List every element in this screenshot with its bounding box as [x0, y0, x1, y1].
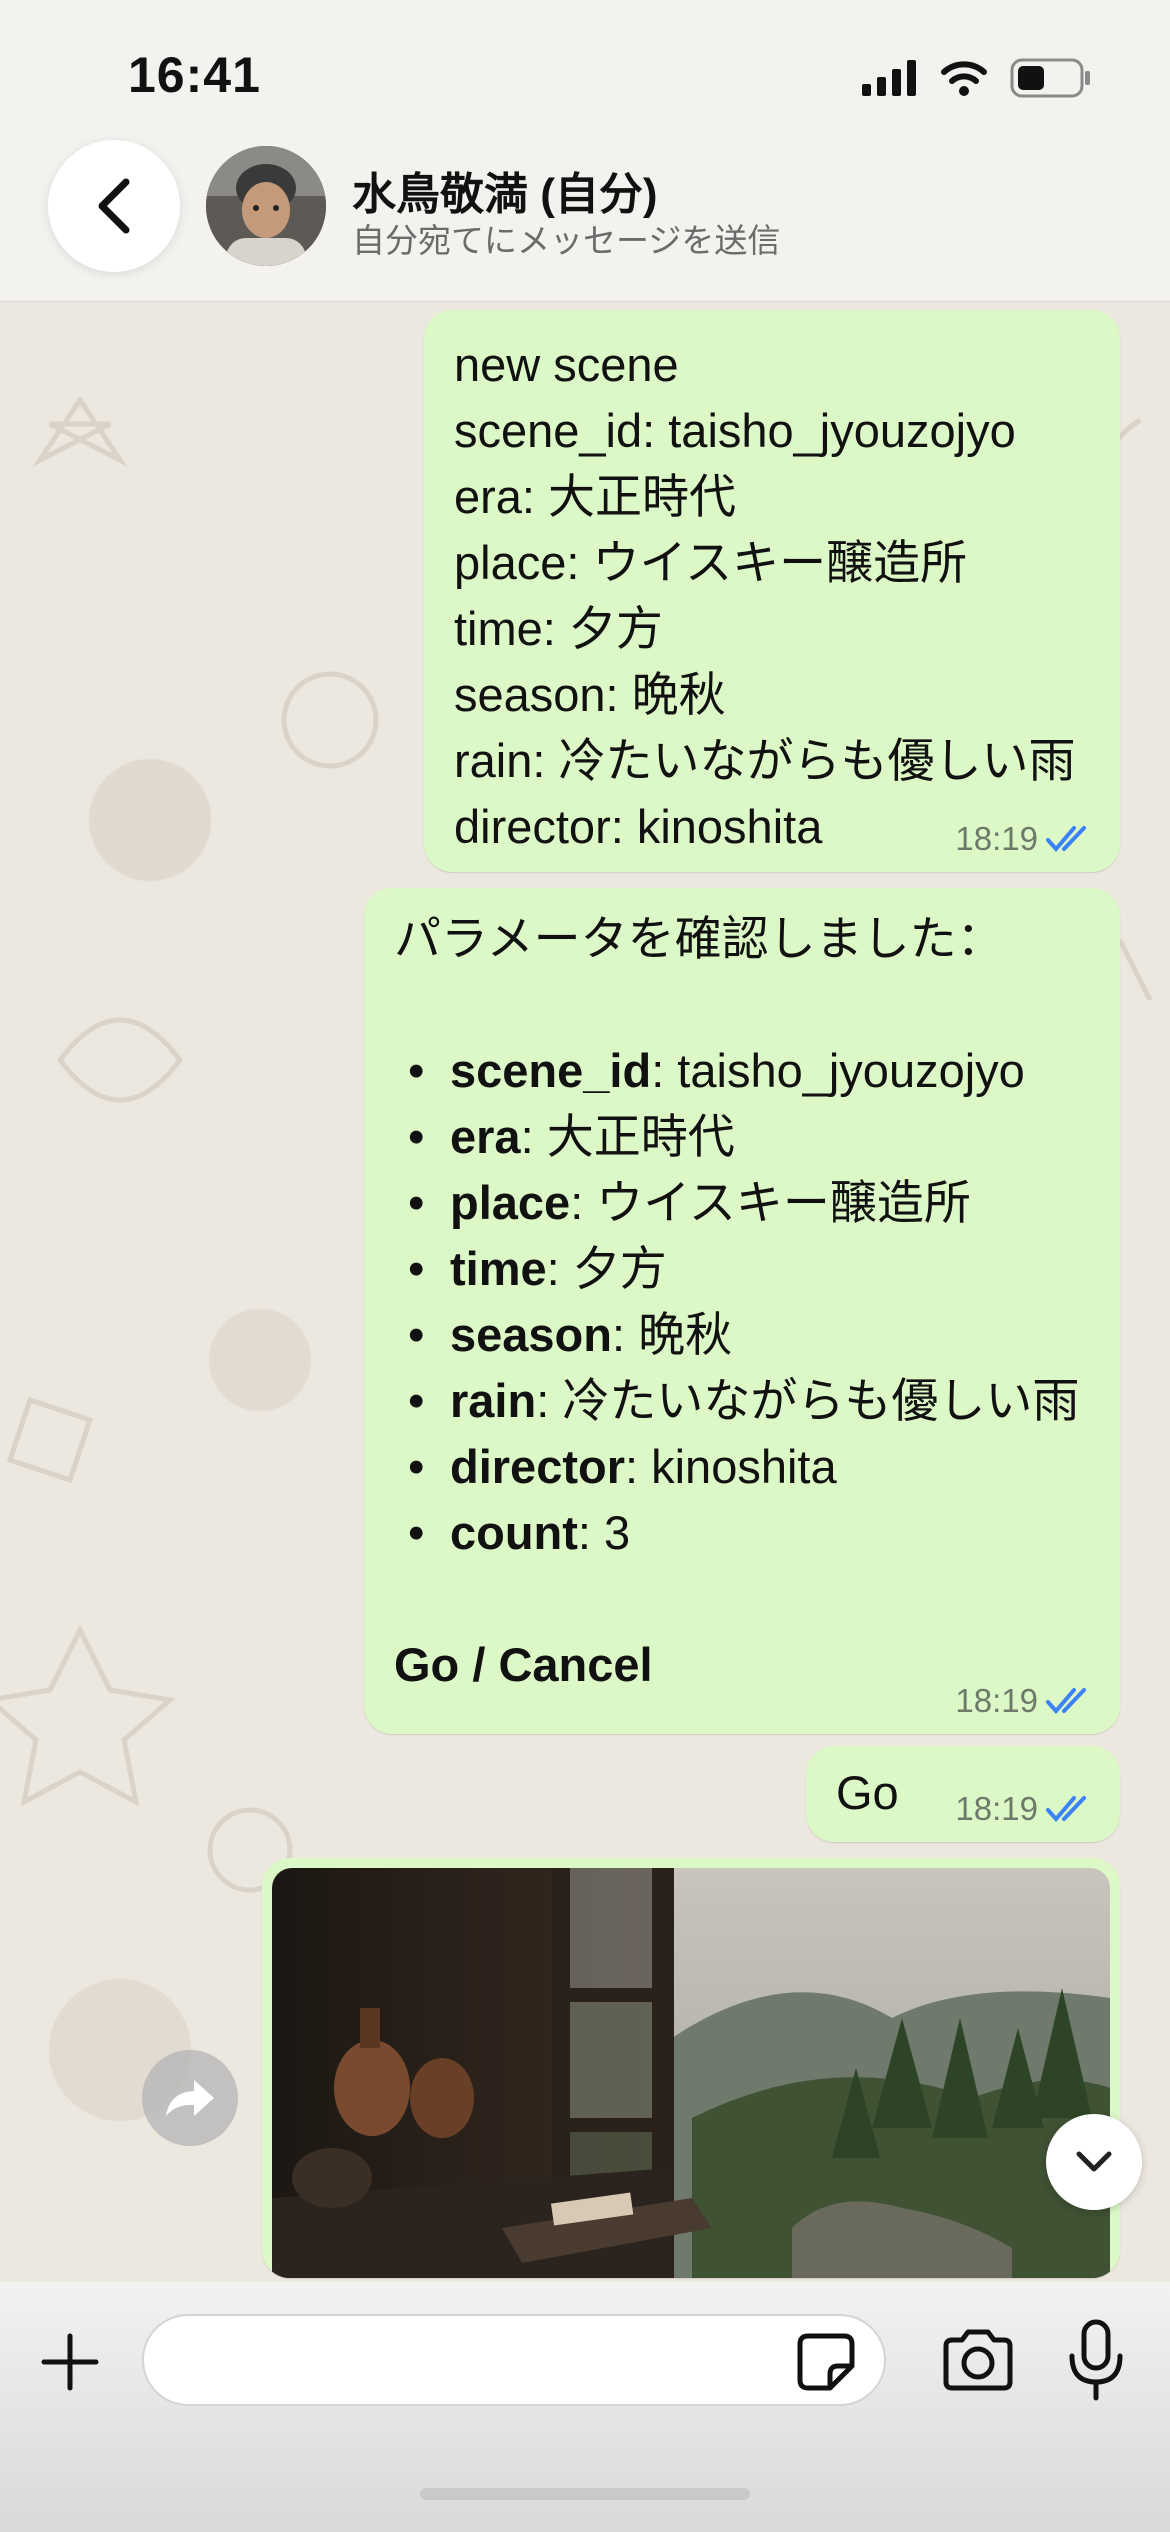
param-item: place: ウイスキー醸造所	[394, 1170, 1090, 1236]
param-list: scene_id: taisho_jyouzojyo era: 大正時代 pla…	[394, 1038, 1090, 1566]
message-bubble-scene[interactable]: new scene scene_id: taisho_jyouzojyo era…	[424, 310, 1120, 872]
sticker-icon[interactable]	[794, 2330, 858, 2394]
signal-icon	[862, 60, 916, 96]
wifi-icon	[941, 61, 987, 96]
message-time: 18:19	[955, 1682, 1038, 1719]
message-line: new scene	[454, 338, 679, 391]
message-line: season: 晩秋	[454, 668, 726, 721]
message-meta: 18:19	[955, 820, 1094, 858]
contact-subtitle: 自分宛てにメッセージを送信	[352, 222, 781, 259]
message-line: rain: 冷たいながらも優しい雨	[454, 734, 1076, 787]
param-item: season: 晩秋	[394, 1302, 1090, 1368]
message-bubble-go[interactable]: Go 18:19	[806, 1746, 1120, 1842]
message-time: 18:19	[955, 1790, 1038, 1827]
confirm-intro: パラメータを確認しました：	[394, 912, 1004, 965]
chat-header: 16:41 水鳥敬満 (自分) 自分宛てにメッセージを送信	[0, 0, 1170, 302]
message-meta: 18:19	[955, 1682, 1094, 1720]
scroll-down-button[interactable]	[1046, 2114, 1142, 2210]
contact-name[interactable]: 水鳥敬満 (自分)	[352, 158, 658, 222]
home-indicator	[420, 2488, 750, 2500]
battery-icon	[1010, 58, 1090, 98]
double-check-icon	[1046, 1688, 1086, 1715]
chevron-down-icon	[1076, 2151, 1112, 2172]
message-bubble-image[interactable]	[262, 1858, 1120, 2278]
back-chevron-icon	[98, 178, 130, 234]
message-text: new scene scene_id: taisho_jyouzojyo era…	[454, 332, 1090, 860]
attach-button[interactable]	[36, 2322, 104, 2402]
message-line: time: 夕方	[454, 602, 663, 655]
back-button[interactable]	[48, 140, 180, 272]
distillery-photo[interactable]	[272, 1868, 1110, 2278]
message-input[interactable]	[142, 2314, 886, 2406]
message-meta: 18:19	[955, 1790, 1094, 1828]
forward-icon	[166, 2080, 214, 2116]
param-item: count: 3	[394, 1500, 1090, 1566]
plus-icon	[41, 2333, 99, 2391]
message-line: place: ウイスキー醸造所	[454, 536, 968, 589]
forward-button[interactable]	[142, 2050, 238, 2146]
double-check-icon	[1046, 826, 1086, 853]
param-item: rain: 冷たいながらも優しい雨	[394, 1368, 1090, 1434]
param-item: scene_id: taisho_jyouzojyo	[394, 1038, 1090, 1104]
param-item: director: kinoshita	[394, 1434, 1090, 1500]
avatar[interactable]	[206, 146, 326, 266]
mic-icon[interactable]	[1066, 2318, 1126, 2402]
message-line: era: 大正時代	[454, 470, 737, 523]
double-check-icon	[1046, 1796, 1086, 1823]
status-time: 16:41	[128, 47, 261, 103]
message-text: パラメータを確認しました： scene_id: taisho_jyouzojyo…	[394, 906, 1090, 1698]
param-item: era: 大正時代	[394, 1104, 1090, 1170]
status-icons	[862, 56, 1092, 100]
message-time: 18:19	[955, 820, 1038, 857]
camera-icon[interactable]	[940, 2328, 1016, 2392]
param-item: time: 夕方	[394, 1236, 1090, 1302]
message-line: scene_id: taisho_jyouzojyo	[454, 404, 1016, 457]
composer-bar	[0, 2282, 1170, 2532]
message-bubble-confirm[interactable]: パラメータを確認しました： scene_id: taisho_jyouzojyo…	[364, 888, 1120, 1734]
